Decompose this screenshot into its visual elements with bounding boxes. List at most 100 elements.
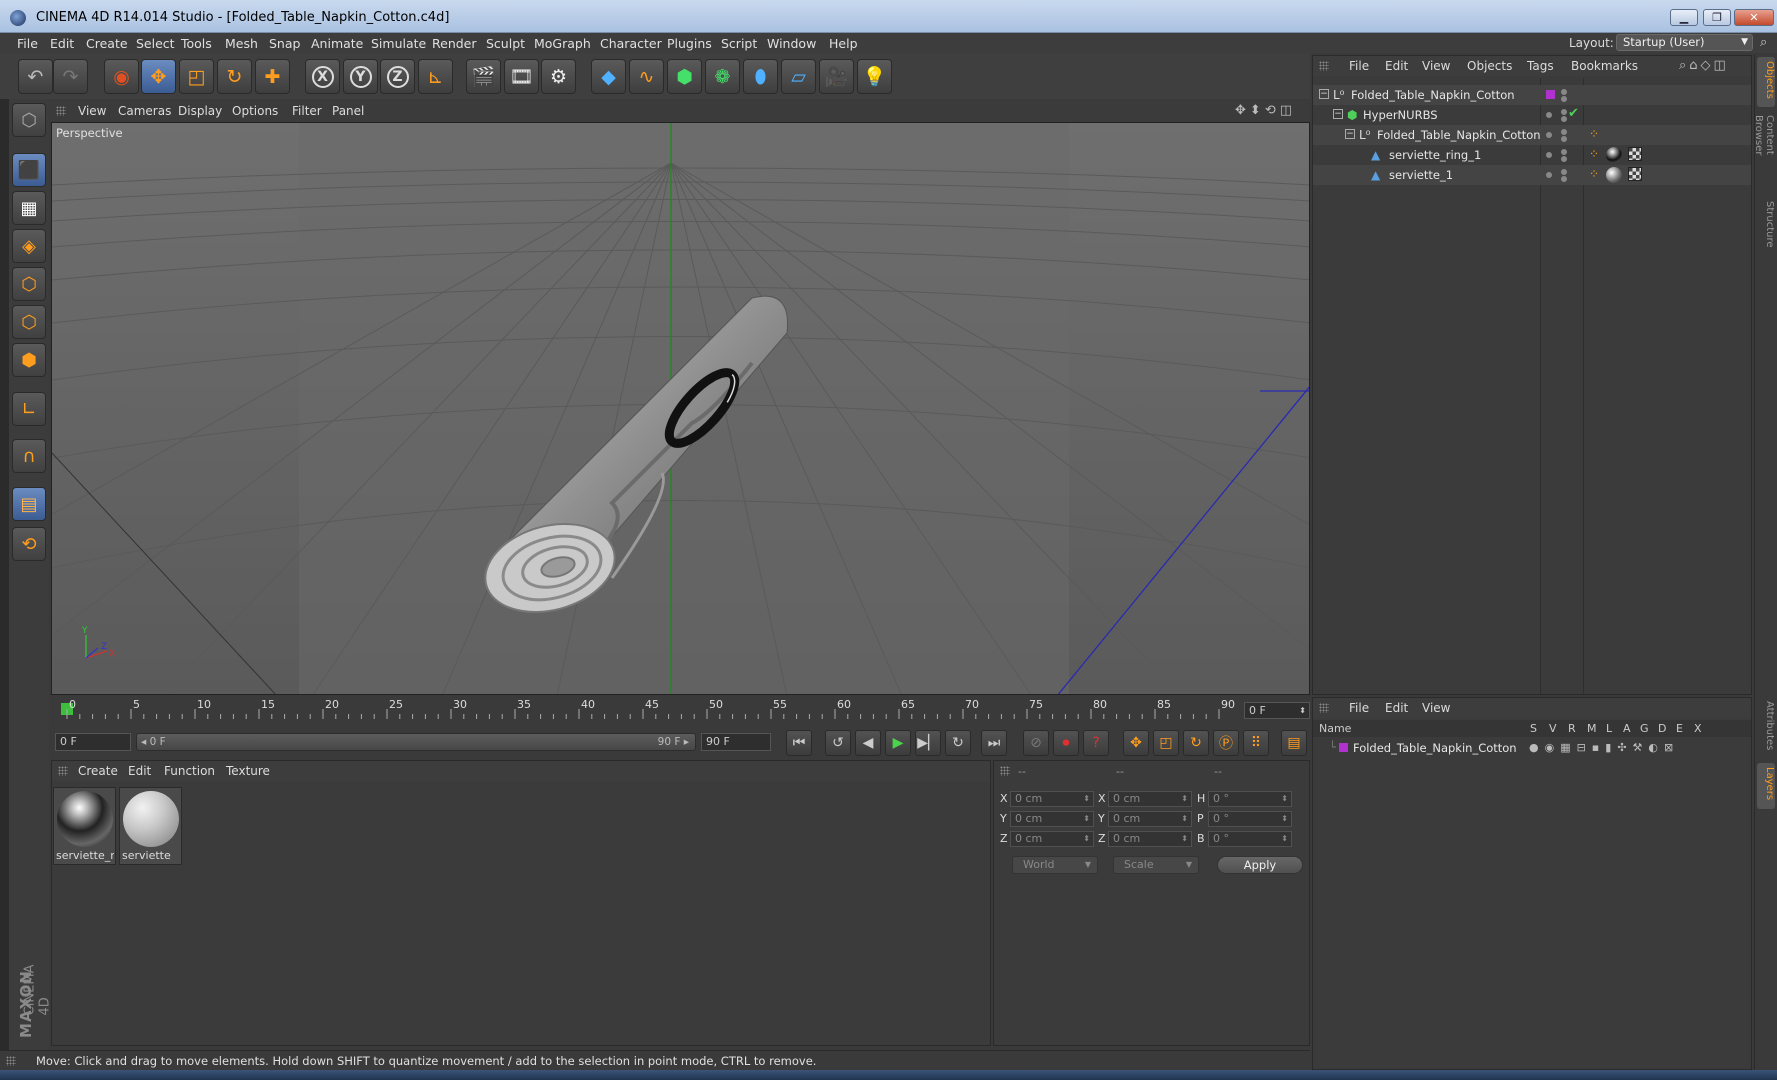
viewport-menu-cameras[interactable]: Cameras — [118, 104, 171, 118]
workplane-mode-icon[interactable]: ◈ — [12, 229, 46, 263]
tab-layers[interactable]: Layers — [1757, 763, 1775, 809]
live-selection-icon[interactable]: ◉ — [104, 59, 139, 94]
coordinate-mode-dropdown[interactable]: World ▼ — [1012, 856, 1098, 874]
object-menu-edit[interactable]: Edit — [1385, 59, 1408, 73]
phong-tag-icon[interactable]: ⁘ — [1589, 127, 1599, 141]
phong-tag-icon[interactable]: ⁘ — [1589, 147, 1599, 161]
pos-z-field[interactable]: 0 cm ⬍ — [1010, 831, 1094, 847]
layer-color-swatch[interactable] — [1546, 90, 1555, 99]
timeline-window-icon[interactable]: ▤ — [1281, 730, 1307, 756]
menu-render[interactable]: Render — [432, 36, 477, 51]
object-menu-tags[interactable]: Tags — [1527, 59, 1554, 73]
previous-key-icon[interactable]: ↺ — [825, 730, 851, 756]
menu-create[interactable]: Create — [86, 36, 128, 51]
pos-y-field[interactable]: 0 cm ⬍ — [1010, 811, 1094, 827]
next-key-icon[interactable]: ↻ — [945, 730, 971, 756]
keyframe-selection-icon[interactable]: ? — [1083, 730, 1109, 756]
menu-tools[interactable]: Tools — [181, 36, 212, 51]
pos-x-field[interactable]: 0 cm ⬍ — [1010, 791, 1094, 807]
points-mode-icon[interactable]: ⬡ — [12, 267, 46, 301]
timeline-ruler[interactable]: 0 5 10 15 20 25 30 35 40 45 50 55 60 65 70 75 80 85 90 0 F… — [51, 697, 1310, 725]
layer-menu-file[interactable]: File — [1349, 701, 1369, 715]
maximize-button[interactable]: ❐ — [1703, 9, 1731, 26]
spline-pen-icon[interactable]: ∿ — [629, 59, 664, 94]
viewport-menu-options[interactable]: Options — [232, 104, 278, 118]
menu-simulate[interactable]: Simulate — [371, 36, 426, 51]
tab-attributes[interactable]: Attributes — [1757, 697, 1775, 759]
enabled-check-icon[interactable]: ✔ — [1568, 106, 1579, 121]
size-mode-dropdown[interactable]: Scale ▼ — [1113, 856, 1199, 874]
layer-color-swatch[interactable] — [1339, 743, 1348, 752]
tab-objects[interactable]: Objects — [1757, 57, 1775, 107]
material-thumb-serviette[interactable]: serviette — [119, 787, 182, 865]
render-settings-icon[interactable]: ⚙ — [541, 59, 576, 94]
panel-grip-icon[interactable] — [58, 766, 68, 776]
uvw-tag-icon[interactable] — [1628, 167, 1642, 181]
undo-icon[interactable]: ↶ — [18, 59, 53, 94]
x-axis-lock-icon[interactable]: X — [305, 59, 340, 94]
size-y-field[interactable]: 0 cm ⬍ — [1108, 811, 1192, 827]
floor-object-icon[interactable]: ▱ — [781, 59, 816, 94]
material-menu-texture[interactable]: Texture — [226, 764, 270, 778]
layer-menu-view[interactable]: View — [1422, 701, 1450, 715]
close-button[interactable]: ✕ — [1734, 9, 1774, 26]
menu-window[interactable]: Window — [767, 36, 816, 51]
viewport-navigation-icons[interactable]: ✥⬍⟲◫ — [1235, 103, 1296, 118]
menu-animate[interactable]: Animate — [311, 36, 363, 51]
rot-b-field[interactable]: 0 ° ⬍ — [1208, 831, 1292, 847]
viewport-menu-panel[interactable]: Panel — [332, 104, 364, 118]
phong-tag-icon[interactable]: ⁘ — [1589, 167, 1599, 181]
key-position-icon[interactable]: ✥ — [1123, 730, 1149, 756]
layer-toggle-icons[interactable]: ●◉▦⊟▪▮✣⚒◐⊠ — [1529, 741, 1679, 754]
make-editable-icon[interactable]: ⬡ — [12, 103, 46, 137]
menu-file[interactable]: File — [17, 36, 38, 51]
search-icon[interactable]: ⌕ — [1760, 35, 1767, 50]
collapse-icon[interactable]: − — [1319, 89, 1329, 99]
key-pla-icon[interactable]: ⠿ — [1243, 730, 1269, 756]
layer-menu-edit[interactable]: Edit — [1385, 701, 1408, 715]
z-axis-lock-icon[interactable]: Z — [380, 59, 415, 94]
material-thumb-serviette-ring[interactable]: serviette_ri — [53, 787, 116, 865]
menu-help[interactable]: Help — [829, 36, 858, 51]
autokey-icon[interactable]: ⏺ — [1053, 730, 1079, 756]
polygons-mode-icon[interactable]: ⬢ — [12, 343, 46, 377]
object-row-serviette[interactable]: ▲ serviette_1 ⁘ — [1313, 165, 1751, 185]
viewport-menu-view[interactable]: View — [78, 104, 106, 118]
move-tool-icon[interactable]: ✥ — [141, 59, 176, 94]
collapse-icon[interactable]: − — [1333, 109, 1343, 119]
material-menu-edit[interactable]: Edit — [128, 764, 151, 778]
perspective-viewport[interactable]: Y Z X Perspective — [51, 122, 1310, 695]
array-object-icon[interactable]: ❁ — [705, 59, 740, 94]
collapse-icon[interactable]: − — [1345, 129, 1355, 139]
key-parameter-icon[interactable]: Ⓟ — [1213, 730, 1239, 756]
current-frame-field[interactable]: 0 F ⬍ — [1244, 702, 1310, 719]
light-object-icon[interactable]: 💡 — [857, 59, 892, 94]
rot-h-field[interactable]: 0 ° ⬍ — [1208, 791, 1292, 807]
tab-content-browser[interactable]: Content Browser — [1753, 111, 1775, 193]
apply-button[interactable]: Apply — [1217, 856, 1303, 874]
menu-mograph[interactable]: MoGraph — [534, 36, 591, 51]
material-tag-icon[interactable] — [1606, 147, 1622, 163]
recent-tool-icon[interactable]: ✚ — [255, 59, 290, 94]
object-row-serviette-ring[interactable]: ▲ serviette_ring_1 ⁘ — [1313, 145, 1751, 165]
key-rotation-icon[interactable]: ↻ — [1183, 730, 1209, 756]
object-menu-view[interactable]: View — [1422, 59, 1450, 73]
previous-frame-icon[interactable]: ◀ — [855, 730, 881, 756]
object-menu-file[interactable]: File — [1349, 59, 1369, 73]
axis-mode-icon[interactable]: ∟ — [12, 392, 46, 426]
nurbs-object-icon[interactable]: ⬢ — [667, 59, 702, 94]
viewport-menu-filter[interactable]: Filter — [292, 104, 322, 118]
object-row-root[interactable]: − L⁰ Folded_Table_Napkin_Cotton — [1313, 85, 1751, 105]
material-menu-create[interactable]: Create — [78, 764, 118, 778]
camera-object-icon[interactable]: 🎥 — [819, 59, 854, 94]
tab-structure[interactable]: Structure — [1757, 197, 1775, 255]
model-mode-icon[interactable]: ⬛ — [12, 153, 46, 187]
render-picture-viewer-icon[interactable]: 🎞 — [504, 59, 539, 94]
min-frame-field[interactable]: 0 F — [55, 733, 131, 751]
go-to-start-icon[interactable]: ⏮ — [786, 730, 812, 756]
y-axis-lock-icon[interactable]: Y — [343, 59, 378, 94]
coordinate-system-icon[interactable]: ⊾ — [418, 59, 453, 94]
menu-edit[interactable]: Edit — [50, 36, 74, 51]
rotate-tool-icon[interactable]: ↻ — [217, 59, 252, 94]
object-menu-bookmarks[interactable]: Bookmarks — [1571, 59, 1638, 73]
